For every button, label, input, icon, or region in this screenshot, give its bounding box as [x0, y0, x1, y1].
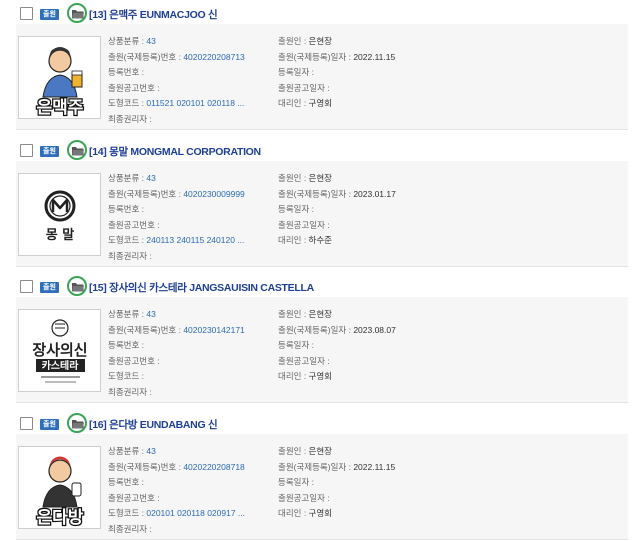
trademark-title-link[interactable]: [16] 은다방 EUNDABANG 신: [89, 417, 218, 432]
class-value[interactable]: 43: [146, 309, 155, 319]
trademark-image[interactable]: 은맥주: [18, 36, 101, 119]
agent: 구영회: [308, 508, 333, 518]
application-date: 2023.01.17: [353, 188, 396, 199]
class-value[interactable]: 43: [146, 446, 155, 456]
status-badge: 출원: [40, 9, 59, 20]
select-checkbox[interactable]: [20, 417, 33, 430]
result-details: 은다방 상품분류 : 43 출원(국제등록)번호 : 4020220208718…: [16, 434, 628, 540]
agent: 구영회: [308, 371, 333, 381]
application-number[interactable]: 4020230142171: [183, 325, 244, 335]
logo-text: 장사의신: [32, 341, 87, 359]
trademark-image[interactable]: 몽 말: [18, 173, 101, 256]
result-item: 출원 [15] 장사의신 카스테라 JANGSAUISIN CASTELLA 장…: [0, 273, 640, 409]
details-left: 상품분류 : 43 출원(국제등록)번호 : 4020230142171 등록번…: [108, 309, 245, 397]
result-details: 장사의신 카스테라 상품분류 : 43 출원(국제등록)번호 : 4020230…: [16, 297, 628, 403]
applicant: 은현장: [308, 309, 333, 319]
agent: 하수준: [308, 235, 333, 245]
trademark-image[interactable]: 은다방: [18, 446, 101, 529]
result-item: 출원 [16] 은다방 EUNDABANG 신 은다방 상품분류 : 43 출원…: [0, 410, 640, 541]
details-left: 상품분류 : 43 출원(국제등록)번호 : 4020220208713 등록번…: [108, 36, 245, 124]
open-folder-icon[interactable]: [67, 140, 87, 160]
select-checkbox[interactable]: [20, 280, 33, 293]
applicant: 은현장: [308, 36, 333, 46]
figure-code[interactable]: 240113 240115 240120 ...: [146, 235, 244, 245]
open-folder-icon[interactable]: [67, 413, 87, 433]
select-checkbox[interactable]: [20, 144, 33, 157]
select-checkbox[interactable]: [20, 7, 33, 20]
application-date: 2022.11.15: [353, 461, 396, 472]
details-left: 상품분류 : 43 출원(국제등록)번호 : 4020230009999 등록번…: [108, 173, 245, 261]
open-folder-icon[interactable]: [67, 3, 87, 23]
open-folder-icon[interactable]: [67, 276, 87, 296]
details-right: 출원인 : 은현장 출원(국제등록)일자 : 2023.01.17 등록일자 :…: [278, 173, 396, 245]
class-value[interactable]: 43: [146, 36, 155, 46]
applicant: 은현장: [308, 173, 333, 183]
trademark-title-link[interactable]: [15] 장사의신 카스테라 JANGSAUISIN CASTELLA: [89, 280, 314, 295]
figure-code[interactable]: 011521 020101 020118 ...: [146, 98, 244, 108]
application-number[interactable]: 4020220208718: [183, 462, 244, 472]
details-right: 출원인 : 은현장 출원(국제등록)일자 : 2022.11.15 등록일자 :…: [278, 446, 396, 518]
application-number[interactable]: 4020230009999: [183, 189, 244, 199]
result-item: 출원 [14] 몽말 MONGMAL CORPORATION 몽 말 상품분류 …: [0, 137, 640, 273]
logo-text: 은맥주: [37, 98, 84, 118]
details-right: 출원인 : 은현장 출원(국제등록)일자 : 2023.08.07 등록일자 :…: [278, 309, 396, 381]
details-right: 출원인 : 은현장 출원(국제등록)일자 : 2022.11.15 등록일자 :…: [278, 36, 396, 108]
logo-subtext: 카스테라: [42, 359, 80, 372]
application-number[interactable]: 4020220208713: [183, 52, 244, 62]
trademark-image[interactable]: 장사의신 카스테라: [18, 309, 101, 392]
status-badge: 출원: [40, 419, 59, 430]
applicant: 은현장: [308, 446, 333, 456]
status-badge: 출원: [40, 282, 59, 293]
result-details: 은맥주 상품분류 : 43 출원(국제등록)번호 : 4020220208713…: [16, 24, 628, 130]
result-details: 몽 말 상품분류 : 43 출원(국제등록)번호 : 4020230009999…: [16, 161, 628, 267]
logo-text: 은다방: [37, 508, 84, 528]
application-date: 2022.11.15: [353, 51, 396, 62]
agent: 구영회: [308, 98, 333, 108]
trademark-title-link[interactable]: [13] 은맥주 EUNMACJOO 신: [89, 7, 218, 22]
application-date: 2023.08.07: [353, 324, 396, 335]
details-left: 상품분류 : 43 출원(국제등록)번호 : 4020220208718 등록번…: [108, 446, 246, 534]
result-item: 출원 [13] 은맥주 EUNMACJOO 신 은맥주 상품분류 : 43 출원…: [0, 0, 640, 136]
status-badge: 출원: [40, 146, 59, 157]
logo-text: 몽 말: [46, 228, 74, 243]
trademark-title-link[interactable]: [14] 몽말 MONGMAL CORPORATION: [89, 144, 261, 159]
class-value[interactable]: 43: [146, 173, 155, 183]
figure-code[interactable]: 020101 020118 020917 ...: [146, 508, 245, 518]
